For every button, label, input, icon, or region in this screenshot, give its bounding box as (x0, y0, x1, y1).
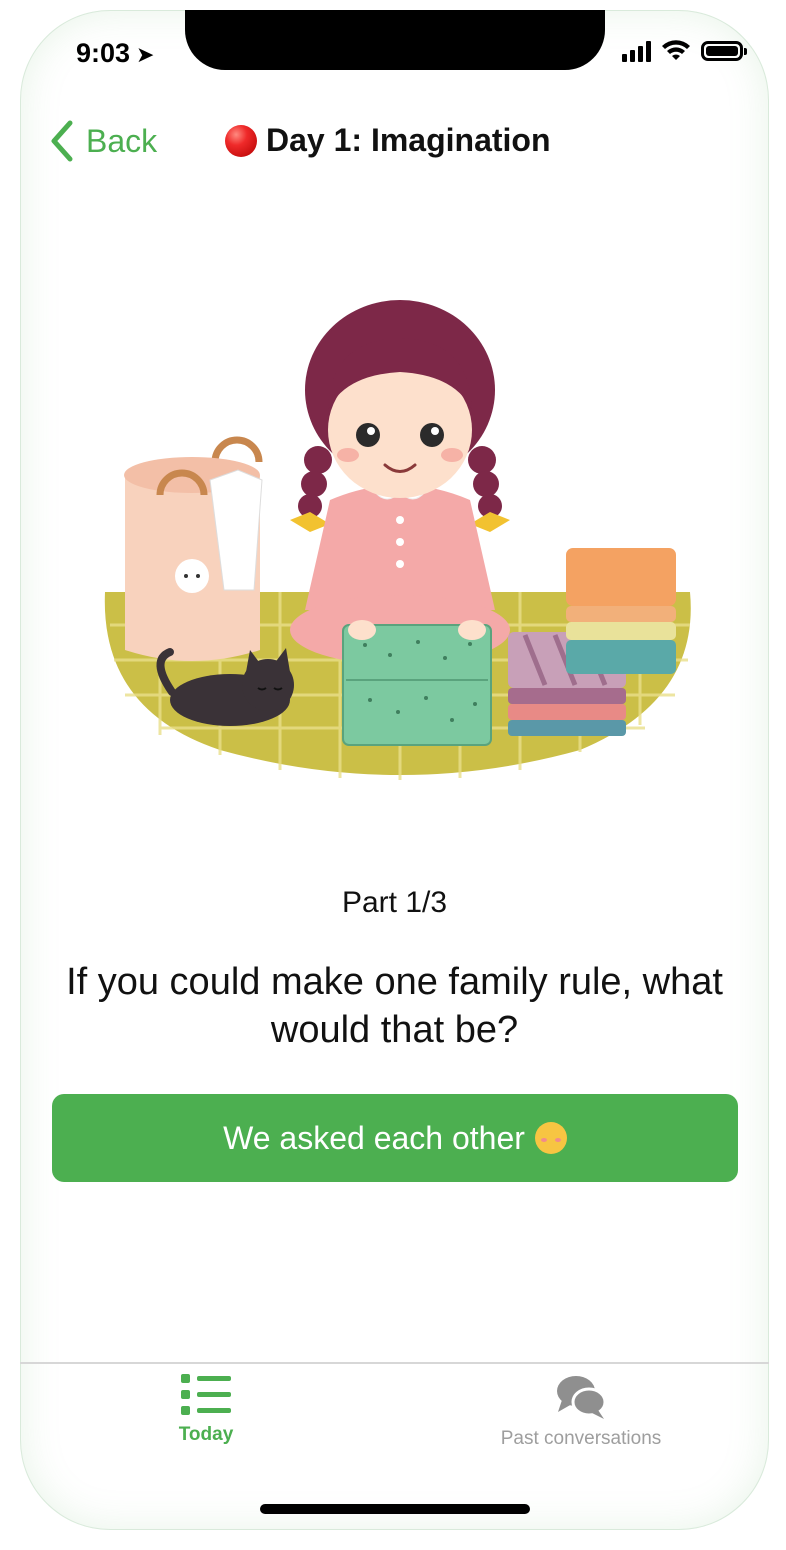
notch (185, 10, 605, 70)
signal-icon (622, 40, 651, 62)
battery-icon (701, 41, 747, 61)
wifi-icon (662, 40, 690, 60)
girl-folding-clothes-illustration (104, 300, 691, 780)
page-title-text: Day 1: Imagination (266, 122, 551, 158)
tab-past-conversations-label: Past conversations (500, 1428, 662, 1449)
part-progress: Part 1/3 (341, 886, 448, 919)
chat-bubbles-icon (557, 1376, 606, 1419)
back-button[interactable]: Back (50, 120, 157, 162)
tab-today[interactable]: Today (156, 1374, 256, 1446)
tab-bar: Today Past conversations (20, 1362, 769, 1484)
we-asked-each-other-button[interactable]: We asked each other (52, 1094, 738, 1182)
question-text: If you could make one family rule, what … (66, 961, 723, 1051)
page-title: Day 1: Imagination (225, 122, 551, 159)
list-icon (181, 1374, 231, 1415)
back-label: Back (86, 122, 158, 159)
cta-label: We asked each other (223, 1119, 525, 1156)
chevron-left-icon (51, 120, 73, 162)
tab-today-label: Today (178, 1424, 234, 1445)
red-circle-icon (225, 124, 257, 157)
smiling-face-with-hearts-icon (534, 1122, 567, 1154)
status-time-text: 9:03 (76, 38, 131, 68)
status-icons (622, 40, 747, 62)
status-time: 9:03 ➤ (76, 38, 154, 69)
phone-screen: 9:03 ➤ Back Day 1: Imagination Part 1/3 … (20, 10, 769, 1530)
location-arrow-icon: ➤ (136, 42, 155, 67)
home-indicator[interactable] (260, 1504, 530, 1514)
tab-past-conversations[interactable]: Past conversations (490, 1374, 672, 1450)
